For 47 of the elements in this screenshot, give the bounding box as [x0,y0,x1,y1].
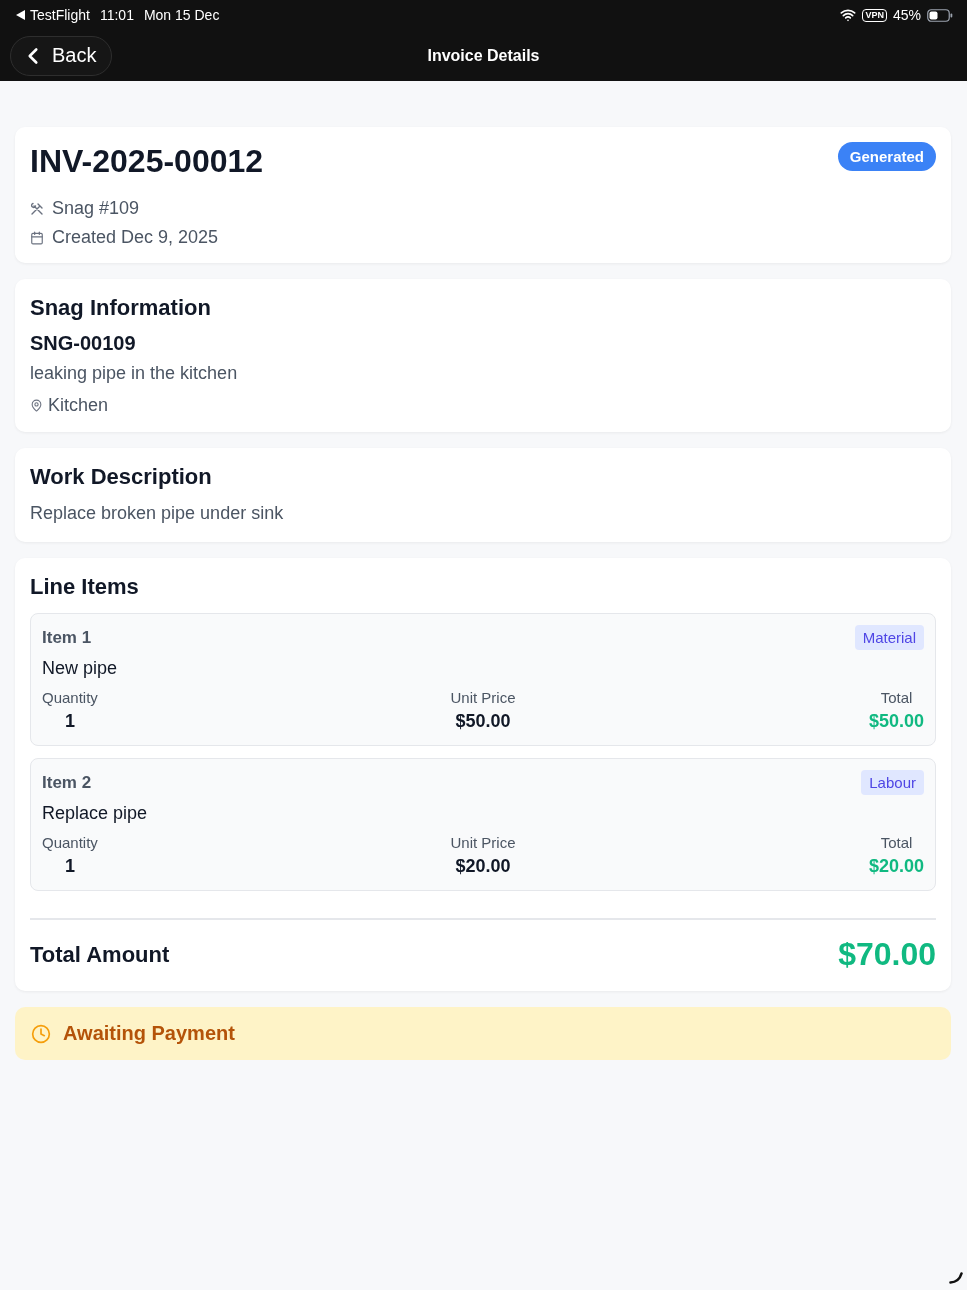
item-total-value: $20.00 [868,856,924,877]
status-badge: Generated [837,142,936,171]
back-button[interactable]: Back [10,35,113,76]
battery-icon [927,8,953,22]
unit-price-label: Unit Price [450,689,516,706]
status-time: 11:01 [99,7,134,23]
snag-code: SNG-00109 [30,332,137,355]
item-description: New pipe [42,658,119,679]
invoice-meta-text: Created Dec 9, 2025 [52,227,219,248]
corner-arc-icon [949,1272,963,1284]
tools-icon [30,201,44,216]
item-total-label: Total [880,834,913,851]
vpn-badge: VPN [862,8,887,22]
item-type-tag: Material [854,625,924,650]
status-date: Mon 15 Dec [143,7,220,23]
back-triangle-icon [16,10,25,20]
snag-location: Kitchen [48,395,109,416]
section-title: Work Description [30,463,213,491]
unit-price-value: $50.00 [455,711,511,732]
work-description-text: Replace broken pipe under sink [30,503,285,524]
calendar-icon [30,230,44,245]
payment-status-text: Awaiting Payment [63,1022,235,1045]
snag-description: leaking pipe in the kitchen [30,363,239,384]
map-pin-icon [30,399,43,412]
total-amount-label: Total Amount [30,941,170,968]
item-label: Item 1 [42,627,92,648]
section-title: Line Items [30,573,140,601]
battery-percent: 45% [892,7,921,23]
quantity-value: 1 [64,856,75,877]
item-total-label: Total [880,689,913,706]
invoice-number: INV-2025-00012 [30,142,264,180]
unit-price-label: Unit Price [450,834,516,851]
total-amount-value: $70.00 [838,936,936,973]
quantity-label: Quantity [42,834,98,851]
item-label: Item 2 [42,772,92,793]
unit-price-value: $20.00 [455,856,511,877]
section-title: Snag Information [30,294,212,322]
item-type-tag: Labour [861,770,924,795]
item-total-value: $50.00 [868,711,924,732]
quantity-value: 1 [64,711,75,732]
invoice-meta-text: Snag #109 [52,198,140,219]
back-to-app-link[interactable]: TestFlight [16,7,90,23]
wifi-icon [840,7,857,23]
item-description: Replace pipe [42,803,149,824]
clock-icon [31,1023,51,1044]
page-title: Invoice Details [427,46,540,65]
quantity-label: Quantity [42,689,98,706]
